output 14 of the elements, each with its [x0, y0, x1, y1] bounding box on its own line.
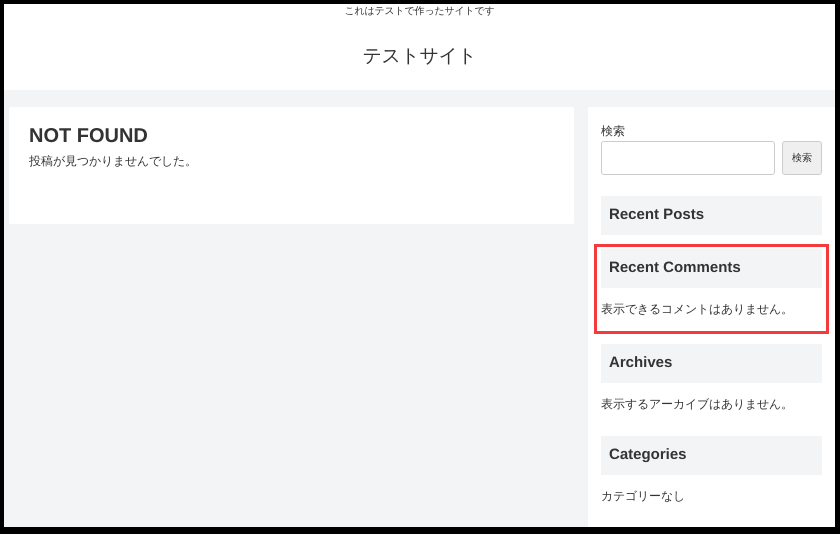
search-field[interactable] — [601, 141, 775, 175]
search-button[interactable]: 検索 — [782, 141, 822, 175]
widget-title: Recent Posts — [601, 196, 822, 235]
widget-text: 表示できるコメントはありません。 — [601, 301, 794, 317]
site-title[interactable]: テストサイト — [362, 45, 476, 69]
widget-title: Recent Comments — [601, 249, 822, 288]
widget-title: Archives — [601, 344, 822, 383]
widget-text: カテゴリーなし — [601, 488, 686, 504]
page-heading: NOT FOUND — [29, 124, 149, 149]
not-found-message: 投稿が見つかりませんでした。 — [29, 153, 198, 169]
site-tagline: これはテストで作ったサイトです — [344, 5, 494, 19]
search-label: 検索 — [601, 123, 626, 139]
widget-text: 表示するアーカイブはありません。 — [601, 396, 794, 412]
widget-title: Categories — [601, 436, 822, 475]
